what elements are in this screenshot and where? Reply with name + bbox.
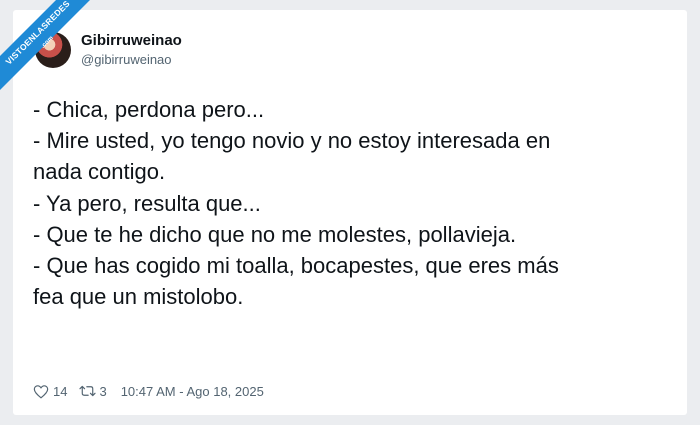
tweet-text: - Chica, perdona pero... - Mire usted, y… [33,94,673,312]
tweet-line: nada contigo. [33,159,166,185]
like-count: 14 [53,383,68,399]
timestamp[interactable]: 10:47 AM - Ago 18, 2025 [121,384,264,399]
retweet-count: 3 [99,383,107,399]
tweet-line: - Que te he dicho que no me molestes, po… [33,221,517,247]
tweet-line: fea que un mistolobo. [33,284,244,310]
author-handle[interactable]: @gibirruweinao [81,52,172,67]
author-name[interactable]: Gibirruweinao [81,32,182,49]
tweet-line: - Que has cogido mi toalla, bocapestes, … [33,253,559,279]
tweet-card: Gibirruweinao @gibirruweinao - Chica, pe… [13,10,687,415]
tweet-line: - Chica, perdona pero... [33,97,265,122]
tweet-footer: 14 3 10:47 AM - Ago 18, 2025 [33,381,264,401]
tweet-line: - Ya pero, resulta que... [33,190,261,216]
retweet-icon [79,385,97,397]
retweet-button[interactable] [79,384,97,398]
tweet-line: - Mire usted, yo tengo novio y no estoy … [33,128,551,154]
like-button[interactable] [33,384,49,399]
heart-icon [33,384,49,398]
